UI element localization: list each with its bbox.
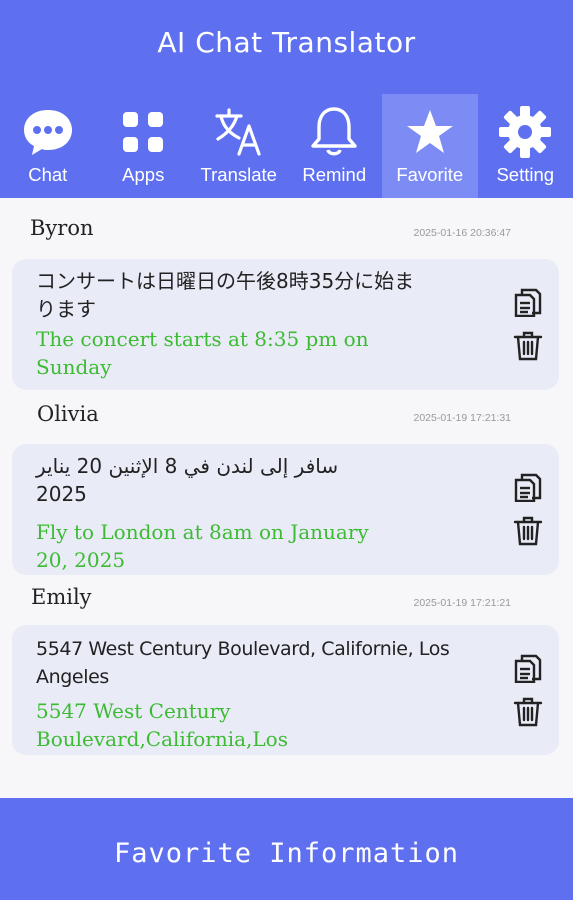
tab-remind[interactable]: Remind [287,94,383,198]
trash-icon[interactable] [511,695,545,729]
timestamp: 2025-01-16 20:36:47 [413,227,512,239]
tab-favorite[interactable]: Favorite [382,94,478,198]
copy-icon[interactable] [511,651,545,685]
favorites-list: Byron 2025-01-16 20:36:47 コンサートは日曜日の午後8時… [0,198,573,798]
gear-icon [478,104,573,160]
tab-chat[interactable]: Chat [0,94,96,198]
star-icon [382,104,478,160]
app-title: AI Chat Translator [157,26,416,59]
tab-remind-label: Remind [302,164,367,185]
list-item: Emily 2025-01-19 17:21:21 5547 West Cent… [0,573,573,763]
copy-icon[interactable] [511,470,545,504]
tab-translate-label: Translate [200,164,277,185]
message-card: コンサートは日曜日の午後8時35分に始ま ります The concert sta… [12,259,559,390]
translation-text: Fly to London at 8am on January 20, 2025 [36,520,369,572]
bell-icon [287,104,383,160]
list-item: Byron 2025-01-16 20:36:47 コンサートは日曜日の午後8時… [0,198,573,396]
tab-favorite-label: Favorite [396,164,464,185]
tab-apps-label: Apps [122,164,165,185]
timestamp: 2025-01-19 17:21:21 [413,597,512,609]
trash-icon[interactable] [511,514,545,548]
translation-text: The concert starts at 8:35 pm on Sunday [36,327,369,379]
contact-name: Byron [30,216,94,240]
apps-grid-icon [96,104,192,160]
entry-header: Olivia 2025-01-19 17:21:31 [0,388,573,446]
tab-bar: Chat Apps Translate Remind Favorite Sett… [0,94,573,198]
message-card: 5547 West Century Boulevard, Californie,… [12,625,559,755]
tab-setting-label: Setting [496,164,555,185]
source-text: 5547 West Century Boulevard, Californie,… [36,638,450,688]
entry-header: Byron 2025-01-16 20:36:47 [0,198,573,256]
tab-apps[interactable]: Apps [96,94,192,198]
contact-name: Emily [31,585,92,609]
list-item: Olivia 2025-01-19 17:21:31 سافر إلى لندن… [0,388,573,578]
translate-icon [191,104,287,160]
tab-chat-label: Chat [28,164,68,185]
contact-name: Olivia [37,402,99,426]
translation-text: 5547 West Century Boulevard,California,L… [36,699,288,751]
tab-translate[interactable]: Translate [191,94,287,198]
bottom-bar: Favorite Information [0,798,573,900]
timestamp: 2025-01-19 17:21:31 [413,412,512,424]
source-text: سافر إلى لندن في 8 الإثنين 20 يناير 2025 [36,454,339,506]
entry-header: Emily 2025-01-19 17:21:21 [0,573,573,631]
message-card: سافر إلى لندن في 8 الإثنين 20 يناير 2025… [12,444,559,575]
tab-setting[interactable]: Setting [478,94,573,198]
footer-title: Favorite Information [113,838,460,869]
trash-icon[interactable] [511,329,545,363]
source-text: コンサートは日曜日の午後8時35分に始ま ります [36,269,415,321]
chat-bubble-icon [0,104,96,160]
top-bar: AI Chat Translator Chat Apps Translate R… [0,0,573,198]
copy-icon[interactable] [511,285,545,319]
